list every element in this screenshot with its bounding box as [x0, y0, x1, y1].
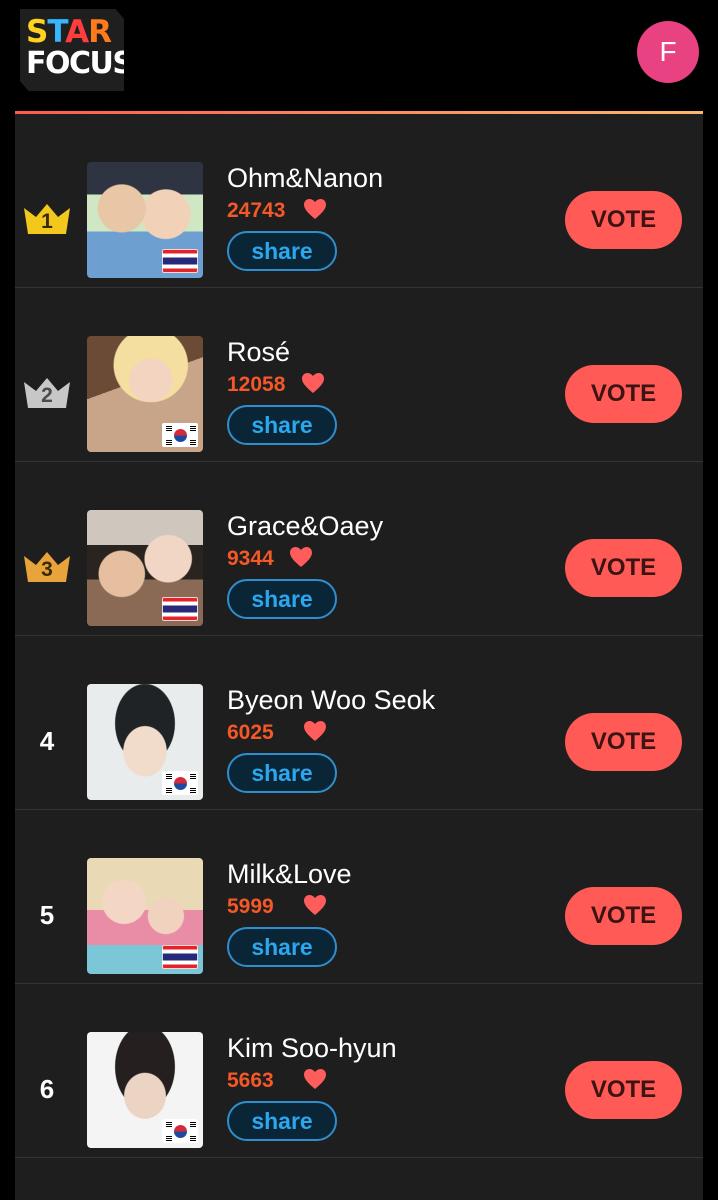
vote-button[interactable]: VOTE [565, 1061, 682, 1119]
artist-name: Kim Soo-hyun [227, 1033, 397, 1063]
rank-indicator: 4 [21, 722, 73, 760]
rank-indicator: 6 [21, 1070, 73, 1108]
ranking-row: 3 Grace&Oaey 9344 share VOTE [15, 462, 703, 636]
star-focus-logo[interactable]: STAR FOCUS [20, 9, 124, 91]
vote-count: 5663 [227, 1069, 274, 1092]
ranking-list: 1 Ohm&Nanon 24743 share VOTE 2 Rosé 1205… [15, 114, 703, 1200]
heart-icon [302, 373, 324, 393]
ranking-row: 6 Kim Soo-hyun 5663 share VOTE [15, 984, 703, 1158]
heart-icon [304, 1069, 326, 1089]
artist-photo[interactable] [87, 162, 203, 278]
ranking-row: 2 Rosé 12058 share VOTE [15, 288, 703, 462]
rank-number: 6 [39, 1074, 55, 1104]
artist-photo[interactable] [87, 1032, 203, 1148]
bronze-crown-icon: 3 [21, 548, 73, 586]
heart-icon [304, 199, 326, 219]
vote-count: 24743 [227, 199, 286, 222]
thailand-flag-icon [162, 249, 198, 273]
rank-indicator: 1 [21, 200, 73, 238]
artist-name: Rosé [227, 337, 291, 367]
vote-count: 5999 [227, 895, 274, 918]
vote-count: 6025 [227, 721, 274, 744]
artist-photo[interactable] [87, 510, 203, 626]
rank-indicator: 5 [21, 896, 73, 934]
rank-number: 5 [39, 900, 55, 930]
user-avatar[interactable]: F [637, 21, 699, 83]
rank-number: 1 [41, 210, 53, 233]
vote-button[interactable]: VOTE [565, 191, 682, 249]
rank-indicator: 3 [21, 548, 73, 586]
vote-button[interactable]: VOTE [565, 365, 682, 423]
logo-focus-text: FOCUS [26, 46, 133, 81]
vote-button[interactable]: VOTE [565, 713, 682, 771]
share-button[interactable]: share [227, 231, 337, 271]
share-button[interactable]: share [227, 579, 337, 619]
vote-count: 9344 [227, 547, 274, 570]
vote-count: 12058 [227, 373, 286, 396]
gold-crown-icon: 1 [21, 200, 73, 238]
artist-photo[interactable] [87, 336, 203, 452]
vote-button[interactable]: VOTE [565, 887, 682, 945]
thailand-flag-icon [162, 945, 198, 969]
logo-star-text: STAR [26, 14, 112, 50]
app-header: STAR FOCUS F [0, 0, 718, 114]
share-button[interactable]: share [227, 927, 337, 967]
rank-number: 2 [41, 384, 53, 407]
heart-icon [304, 895, 326, 915]
ranking-row: 1 Ohm&Nanon 24743 share VOTE [15, 114, 703, 288]
vote-button[interactable]: VOTE [565, 539, 682, 597]
korea-flag-icon [162, 1119, 198, 1143]
share-button[interactable]: share [227, 753, 337, 793]
share-button[interactable]: share [227, 405, 337, 445]
korea-flag-icon [162, 771, 198, 795]
ranking-row: 5 Milk&Love 5999 share VOTE [15, 810, 703, 984]
heart-icon [290, 547, 312, 567]
silver-crown-icon: 2 [21, 374, 73, 412]
ranking-row: 4 Byeon Woo Seok 6025 share VOTE [15, 636, 703, 810]
artist-name: Ohm&Nanon [227, 163, 384, 193]
rank-indicator: 2 [21, 374, 73, 412]
artist-name: Milk&Love [227, 859, 352, 889]
rank-number: 4 [39, 726, 55, 756]
share-button[interactable]: share [227, 1101, 337, 1141]
artist-name: Byeon Woo Seok [227, 685, 436, 715]
artist-name: Grace&Oaey [227, 511, 384, 541]
artist-photo[interactable] [87, 858, 203, 974]
artist-photo[interactable] [87, 684, 203, 800]
rank-number: 3 [41, 558, 53, 581]
heart-icon [304, 721, 326, 741]
thailand-flag-icon [162, 597, 198, 621]
korea-flag-icon [162, 423, 198, 447]
